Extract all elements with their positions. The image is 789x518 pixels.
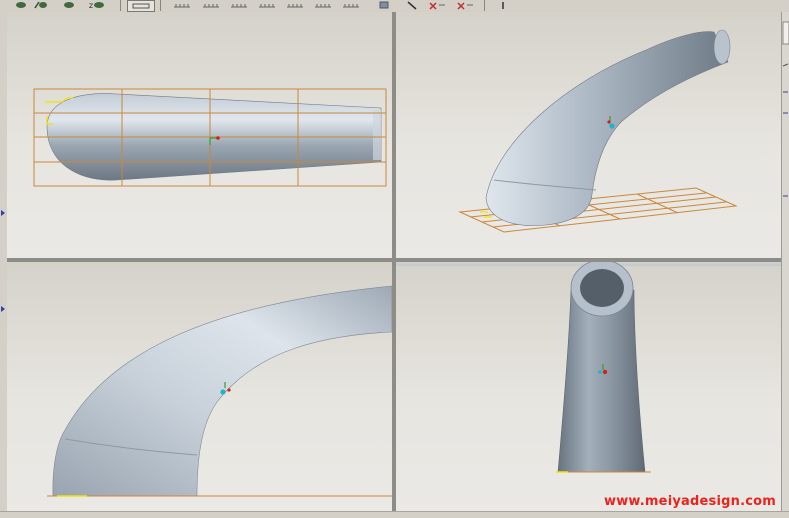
right-edge-panel xyxy=(781,12,789,512)
front-view-model[interactable] xyxy=(396,262,781,512)
delete-icon[interactable] xyxy=(455,0,475,10)
ruler-icon[interactable] xyxy=(285,0,305,10)
graphics-area[interactable] xyxy=(7,12,781,512)
ruler-icon[interactable] xyxy=(341,0,361,10)
zoom-z-icon[interactable]: z xyxy=(86,0,108,10)
pointer-icon[interactable] xyxy=(496,0,510,10)
ruler-icon[interactable] xyxy=(229,0,249,10)
top-view-model[interactable] xyxy=(7,12,392,258)
viewport-bottom-left[interactable] xyxy=(7,262,392,512)
toolbar-separator xyxy=(160,0,161,11)
save-icon[interactable] xyxy=(378,0,390,10)
toolbar-separator xyxy=(484,0,485,11)
handle-body xyxy=(557,289,646,473)
ruler-icon[interactable] xyxy=(172,0,192,10)
view-icon[interactable] xyxy=(34,0,48,10)
ruler-icon[interactable] xyxy=(313,0,333,10)
display-mode-button[interactable] xyxy=(127,0,155,12)
handle-body xyxy=(485,31,729,226)
ruler-icon[interactable] xyxy=(201,0,221,10)
ruler-icon[interactable] xyxy=(257,0,277,10)
view-icon[interactable] xyxy=(62,0,76,10)
delete-icon[interactable] xyxy=(427,0,447,10)
isometric-view-model[interactable] xyxy=(396,12,781,258)
select-icon[interactable] xyxy=(404,0,420,10)
side-view-model[interactable] xyxy=(7,262,392,512)
watermark-text: www.meiyadesign.com xyxy=(604,494,777,509)
viewport-bottom-right[interactable] xyxy=(396,262,781,512)
toolbar-separator xyxy=(120,0,121,11)
viewport-top-left[interactable] xyxy=(7,12,392,258)
left-edge-panel xyxy=(0,12,7,512)
view-icon[interactable] xyxy=(14,0,28,10)
handle-end-cap xyxy=(713,29,731,65)
viewport-top-right[interactable] xyxy=(396,12,781,258)
